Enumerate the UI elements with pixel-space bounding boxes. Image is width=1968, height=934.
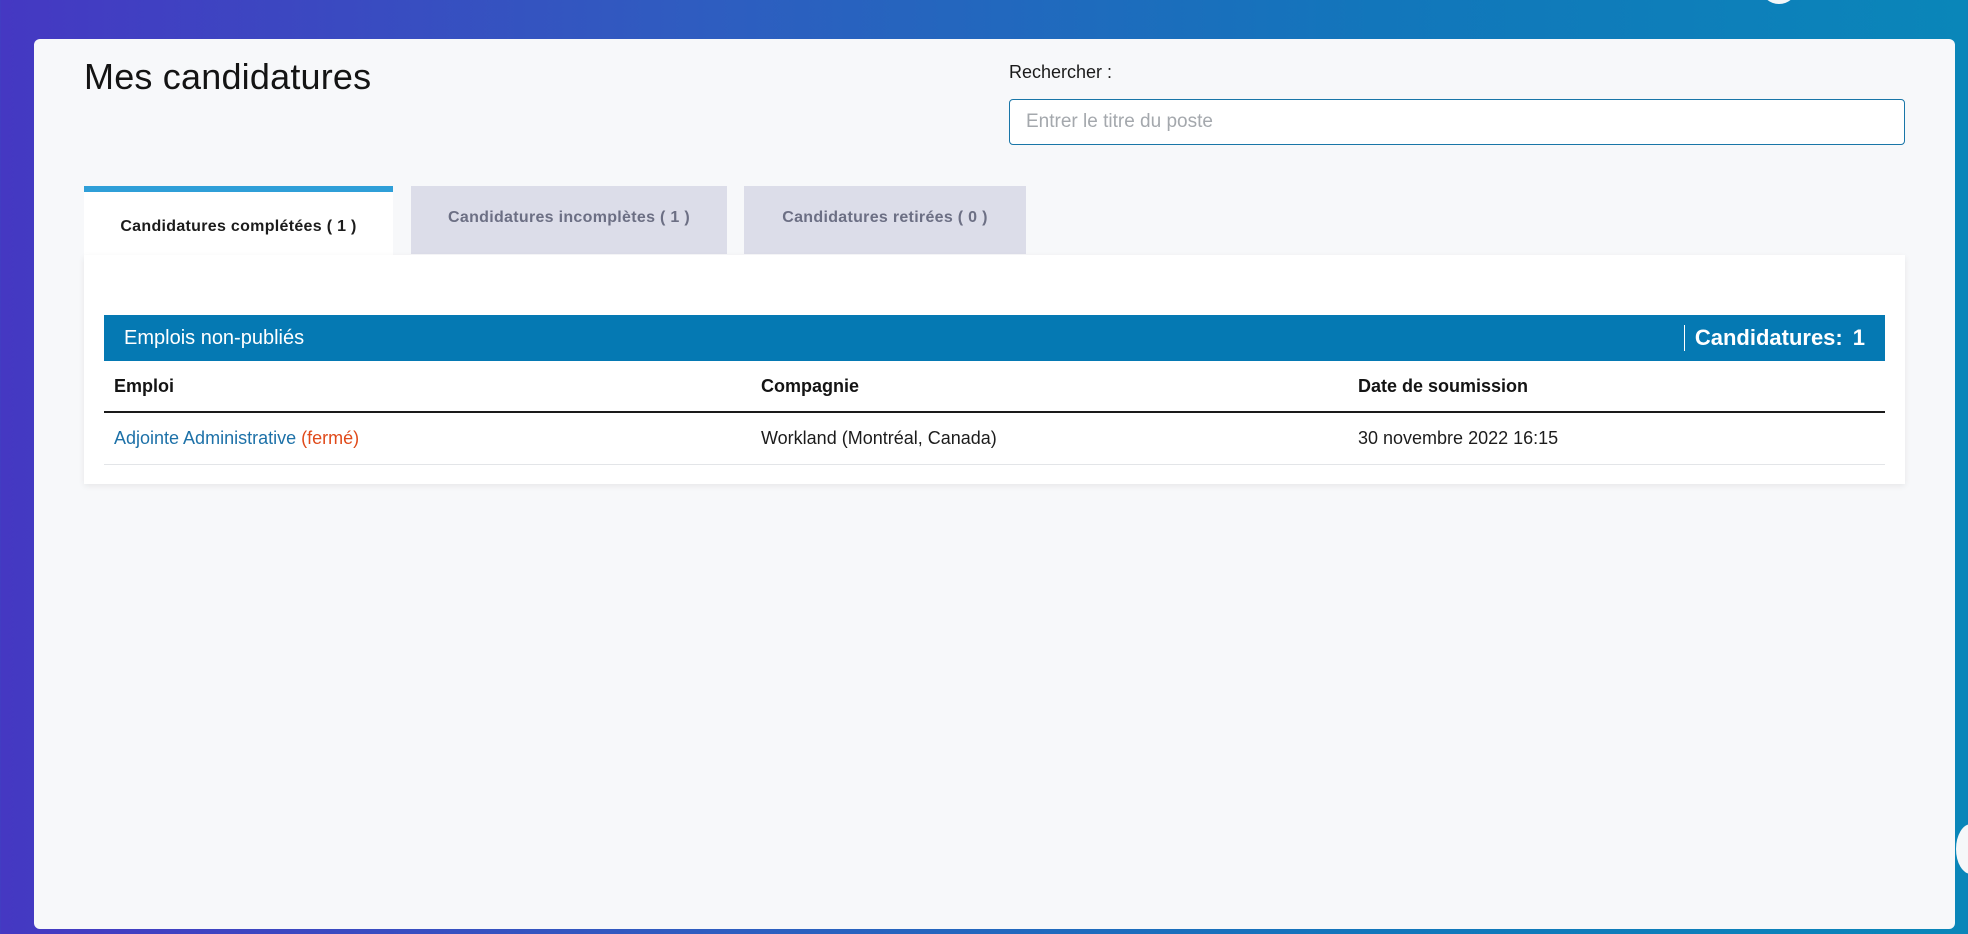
column-header-company: Compagnie [761, 375, 860, 396]
decorative-blob-top [1762, 0, 1796, 4]
group-title: Emplois non-publiés [124, 326, 305, 349]
search-input[interactable] [1009, 99, 1905, 145]
applications-panel: Emplois non-publiés Candidatures: 1 Empl… [84, 255, 1905, 484]
table-row: Adjointe Administrative (fermé) Workland… [104, 413, 1885, 465]
search-label: Rechercher : [1009, 62, 1113, 82]
tab-withdrawn-applications[interactable]: Candidatures retirées ( 0 ) [744, 186, 1026, 254]
page-title: Mes candidatures [84, 56, 372, 97]
table-header-row: Emploi Compagnie Date de soumission [104, 361, 1885, 413]
applications-table: Emploi Compagnie Date de soumission Adjo… [104, 361, 1885, 465]
group-header: Emplois non-publiés Candidatures: 1 [104, 315, 1885, 361]
column-header-job: Emploi [114, 375, 175, 396]
company-cell: Workland (Montréal, Canada) [761, 428, 997, 448]
submission-date-cell: 30 novembre 2022 16:15 [1358, 428, 1559, 448]
job-cell: Adjointe Administrative (fermé) [104, 428, 751, 449]
job-status-closed: (fermé) [301, 428, 360, 448]
group-count-value: 1 [1852, 325, 1865, 350]
job-title-link[interactable]: Adjointe Administrative [114, 428, 296, 448]
tab-completed-applications[interactable]: Candidatures complétées ( 1 ) [84, 186, 393, 256]
group-count-label: Candidatures: [1694, 325, 1843, 350]
decorative-blob-side [1956, 824, 1968, 874]
group-count: Candidatures: 1 [1683, 325, 1865, 351]
tab-incomplete-applications[interactable]: Candidatures incomplètes ( 1 ) [411, 186, 727, 254]
column-header-date: Date de soumission [1358, 375, 1529, 396]
main-card: Mes candidatures Rechercher : Candidatur… [34, 39, 1955, 929]
